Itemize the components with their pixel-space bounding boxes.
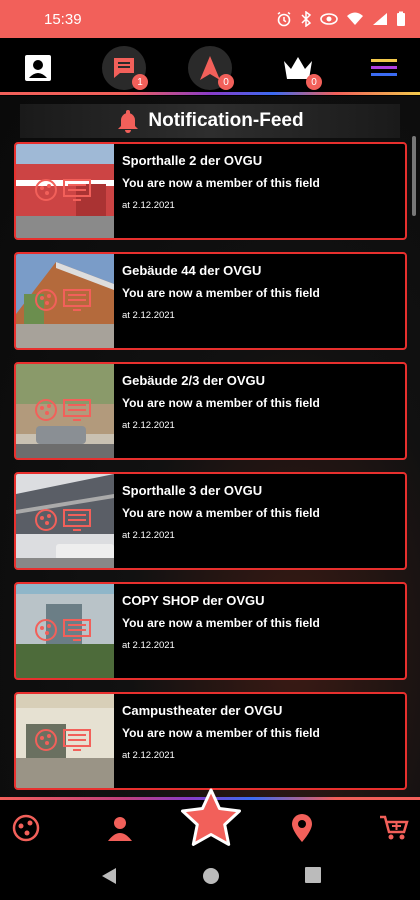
card-message: You are now a member of this field <box>122 506 320 520</box>
field-photo <box>16 364 114 458</box>
monitor-icon <box>63 289 91 311</box>
card-title: Gebäude 2/3 der OVGU <box>122 373 266 388</box>
ball-icon <box>35 619 57 641</box>
notification-card[interactable]: COPY SHOP der OVGU You are now a member … <box>14 582 407 680</box>
card-title: Campustheater der OVGU <box>122 703 283 718</box>
field-type-overlay <box>34 178 92 202</box>
eye-icon <box>320 13 338 25</box>
card-message: You are now a member of this field <box>122 396 320 410</box>
profile-card-button[interactable] <box>16 46 60 90</box>
wifi-icon <box>347 12 363 25</box>
bluetooth-icon <box>301 11 312 27</box>
card-title: Gebäude 44 der OVGU <box>122 263 262 278</box>
status-time: 15:39 <box>44 10 82 28</box>
monitor-icon <box>63 729 91 751</box>
compass-button[interactable]: 0 <box>188 46 234 90</box>
field-type-overlay <box>34 288 92 312</box>
card-title: COPY SHOP der OVGU <box>122 593 265 608</box>
star-icon <box>181 788 241 846</box>
card-title: Sporthalle 3 der OVGU <box>122 483 263 498</box>
card-date: at 2.12.2021 <box>122 750 175 761</box>
chat-button[interactable]: 1 <box>102 46 148 90</box>
chat-badge: 1 <box>132 74 148 90</box>
top-navigation: 1 0 0 <box>0 38 420 94</box>
back-button[interactable] <box>100 866 118 891</box>
signal-icon <box>373 13 387 25</box>
bottom-nav-home[interactable] <box>178 786 244 852</box>
card-message: You are now a member of this field <box>122 176 320 190</box>
shopping-cart-icon <box>380 815 409 840</box>
field-type-overlay <box>34 508 92 532</box>
card-date: at 2.12.2021 <box>122 420 175 431</box>
ball-icon <box>35 289 57 311</box>
field-photo <box>16 144 114 238</box>
home-button[interactable] <box>201 866 221 891</box>
feed-title: Notification-Feed <box>148 110 304 131</box>
compass-badge: 0 <box>218 74 234 90</box>
card-date: at 2.12.2021 <box>122 530 175 541</box>
field-photo <box>16 584 114 678</box>
profile-card-icon <box>25 55 51 81</box>
field-photo <box>16 694 114 788</box>
ball-icon <box>35 509 57 531</box>
field-type-overlay <box>34 618 92 642</box>
status-bar: 15:39 <box>0 0 420 38</box>
field-type-overlay <box>34 728 92 752</box>
card-date: at 2.12.2021 <box>122 310 175 321</box>
field-photo <box>16 474 114 568</box>
card-message: You are now a member of this field <box>122 726 320 740</box>
card-message: You are now a member of this field <box>122 286 320 300</box>
monitor-icon <box>63 399 91 421</box>
card-title: Sporthalle 2 der OVGU <box>122 153 263 168</box>
map-pin-icon <box>292 814 312 842</box>
top-divider <box>0 92 420 95</box>
field-photo <box>16 254 114 348</box>
notification-card[interactable]: Gebäude 2/3 der OVGU You are now a membe… <box>14 362 407 460</box>
monitor-icon <box>63 509 91 531</box>
notification-card[interactable]: Sporthalle 3 der OVGU You are now a memb… <box>14 472 407 570</box>
recents-button[interactable] <box>304 866 322 889</box>
notification-card[interactable]: Sporthalle 2 der OVGU You are now a memb… <box>14 142 407 240</box>
system-navigation-bar <box>0 852 420 900</box>
notification-card[interactable]: Campustheater der OVGU You are now a mem… <box>14 692 407 790</box>
status-icons <box>276 11 406 27</box>
alarm-icon <box>277 11 291 27</box>
bottom-nav-profile[interactable] <box>102 810 138 846</box>
card-date: at 2.12.2021 <box>122 200 175 211</box>
bottom-nav-map[interactable] <box>284 810 320 846</box>
ball-icon <box>12 814 40 842</box>
crown-button[interactable]: 0 <box>276 46 322 90</box>
person-icon <box>108 817 132 841</box>
ball-icon <box>35 399 57 421</box>
battery-icon <box>397 11 405 26</box>
bottom-nav-shop[interactable] <box>376 810 412 846</box>
monitor-icon <box>63 619 91 641</box>
home-icon <box>203 868 219 884</box>
menu-button[interactable] <box>362 46 406 90</box>
scrollbar[interactable] <box>412 136 416 216</box>
back-icon <box>102 868 116 884</box>
field-type-overlay <box>34 398 92 422</box>
bell-icon <box>118 110 139 133</box>
monitor-icon <box>63 179 91 201</box>
crown-badge: 0 <box>306 74 322 90</box>
recents-icon <box>305 867 321 883</box>
hamburger-menu-icon <box>371 59 397 76</box>
ball-icon <box>35 179 57 201</box>
ball-icon <box>35 729 57 751</box>
bottom-nav-fields[interactable] <box>8 810 44 846</box>
card-date: at 2.12.2021 <box>122 640 175 651</box>
feed-header: Notification-Feed <box>20 104 400 138</box>
bottom-navigation <box>0 788 420 852</box>
notification-card[interactable]: Gebäude 44 der OVGU You are now a member… <box>14 252 407 350</box>
notification-feed: Notification-Feed Sporthalle 2 der OVGU … <box>0 96 420 798</box>
card-message: You are now a member of this field <box>122 616 320 630</box>
